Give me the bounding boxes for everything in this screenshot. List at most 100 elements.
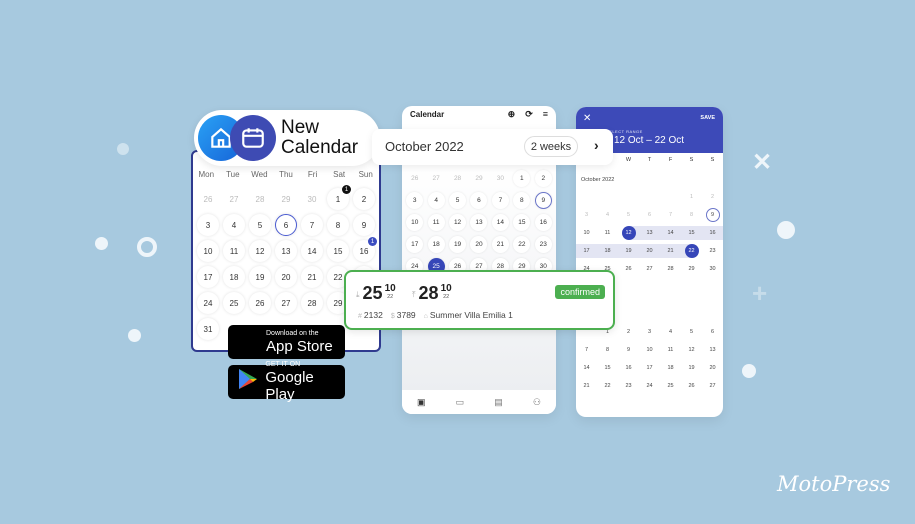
day-cell[interactable]: 9 [618,343,639,357]
day-cell[interactable]: 27 [428,170,445,187]
day-cell[interactable]: 17 [639,361,660,375]
day-cell[interactable]: 28 [249,188,271,210]
day-cell[interactable]: 9 [702,208,723,222]
day-cell[interactable]: 26 [406,170,423,187]
day-cell[interactable]: 18 [597,244,618,258]
day-cell[interactable]: 5 [681,325,702,339]
day-cell[interactable]: 27 [223,188,245,210]
day-cell[interactable]: 10 [639,343,660,357]
day-cell[interactable]: 8 [513,192,531,209]
day-cell[interactable]: 3 [576,208,597,222]
day-cell[interactable]: 5 [618,208,639,222]
day-cell[interactable]: 15 [513,214,531,231]
day-cell[interactable]: 15 [327,240,349,262]
day-cell[interactable]: 19 [249,266,271,288]
booking-card[interactable]: ⤓ 25 10 22 ⤒ 28 10 22 confirmed #2132 $378… [344,270,615,330]
day-cell[interactable]: 16 1 [353,237,377,262]
view-selector[interactable]: 2 weeks [524,136,578,157]
day-cell[interactable]: 27 [702,379,723,393]
day-cell[interactable]: 28 [301,292,323,314]
day-cell[interactable]: 8 [597,343,618,357]
day-cell[interactable]: 28 [660,262,681,276]
add-icon[interactable]: ⊕ [508,109,516,120]
google-play-button[interactable]: GET IT ON Google Play [228,361,345,403]
save-button[interactable]: SAVE [700,115,715,121]
day-cell[interactable]: 20 [639,244,660,258]
day-cell[interactable]: 15 [681,226,702,240]
day-cell[interactable]: 31 [197,318,219,340]
day-cell[interactable]: 2 [702,190,723,204]
day-cell[interactable]: 29 [681,262,702,276]
day-cell[interactable]: 17 [406,236,424,253]
bookings-icon[interactable]: ▤ [494,397,503,408]
day-cell[interactable]: 15 [597,361,618,375]
day-cell[interactable]: 7 [491,192,509,209]
day-cell[interactable]: 21 [491,236,509,253]
day-cell[interactable]: 26 [618,262,639,276]
day-cell[interactable]: 12 [681,343,702,357]
day-cell[interactable]: 8 [681,208,702,222]
day-cell[interactable]: 1 [681,190,702,204]
day-cell[interactable]: 30 [702,262,723,276]
chevron-right-icon[interactable]: › [594,137,599,153]
day-cell[interactable]: 25 [660,379,681,393]
day-cell[interactable]: 19 [618,244,639,258]
day-cell[interactable]: 6 [470,192,488,209]
day-cell[interactable]: 24 [197,292,219,314]
day-cell[interactable]: 7 [660,208,681,222]
day-cell[interactable]: 6 [639,208,660,222]
folder-icon[interactable]: ▭ [456,397,465,408]
day-cell[interactable]: 21 [660,244,681,258]
day-cell[interactable]: 19 [449,236,467,253]
day-cell[interactable]: 23 [702,244,723,258]
accommodations-icon[interactable]: ⚇ [533,397,541,408]
day-cell[interactable]: 13 [702,343,723,357]
day-cell[interactable]: 3 [639,325,660,339]
day-cell[interactable]: 26 [197,188,219,210]
close-icon[interactable]: ✕ [583,113,591,124]
day-cell[interactable]: 8 [327,214,349,236]
day-cell[interactable]: 4 [597,208,618,222]
day-cell[interactable]: 27 [639,262,660,276]
sync-icon[interactable]: ⟳ [525,109,533,120]
filter-icon[interactable]: ≡ [543,109,548,120]
day-cell[interactable]: 26 [681,379,702,393]
day-cell[interactable]: 5 [449,192,467,209]
day-cell[interactable]: 30 [492,170,509,187]
day-cell[interactable]: 9 [353,214,375,236]
day-cell[interactable]: 17 [197,266,219,288]
day-cell[interactable]: 30 [301,188,323,210]
day-cell[interactable]: 16 [702,226,723,240]
day-cell[interactable]: 20 [702,361,723,375]
day-cell[interactable]: 4 [223,214,245,236]
day-cell[interactable]: 14 [491,214,509,231]
day-cell[interactable]: 20 [275,266,297,288]
day-cell[interactable]: 11 [660,343,681,357]
day-cell[interactable]: 18 [223,266,245,288]
day-cell[interactable]: 24 [639,379,660,393]
day-cell[interactable]: 13 [470,214,488,231]
day-cell[interactable]: 22 [681,244,702,258]
day-cell[interactable]: 14 [576,361,597,375]
day-cell[interactable]: 1 [513,170,531,187]
day-cell[interactable]: 22 [597,379,618,393]
day-cell[interactable]: 12 [618,226,639,240]
day-cell[interactable]: 11 [427,214,445,231]
day-cell[interactable]: 7 [301,214,323,236]
day-cell[interactable]: 11 [597,226,618,240]
day-cell[interactable]: 16 [618,361,639,375]
day-cell[interactable]: 10 [197,240,219,262]
day-cell[interactable]: 9 [534,192,552,209]
day-cell[interactable]: 10 [576,226,597,240]
day-cell[interactable]: 4 [427,192,445,209]
day-cell[interactable]: 7 [576,343,597,357]
day-cell[interactable]: 5 [249,214,271,236]
day-cell[interactable]: 13 [639,226,660,240]
day-cell[interactable]: 29 [275,188,297,210]
day-cell[interactable]: 16 [534,214,552,231]
day-cell[interactable]: 3 [406,192,424,209]
day-cell[interactable]: 28 [449,170,466,187]
app-store-button[interactable]: Download on the App Store [228,325,345,359]
day-cell[interactable]: 23 [618,379,639,393]
day-cell[interactable]: 4 [660,325,681,339]
